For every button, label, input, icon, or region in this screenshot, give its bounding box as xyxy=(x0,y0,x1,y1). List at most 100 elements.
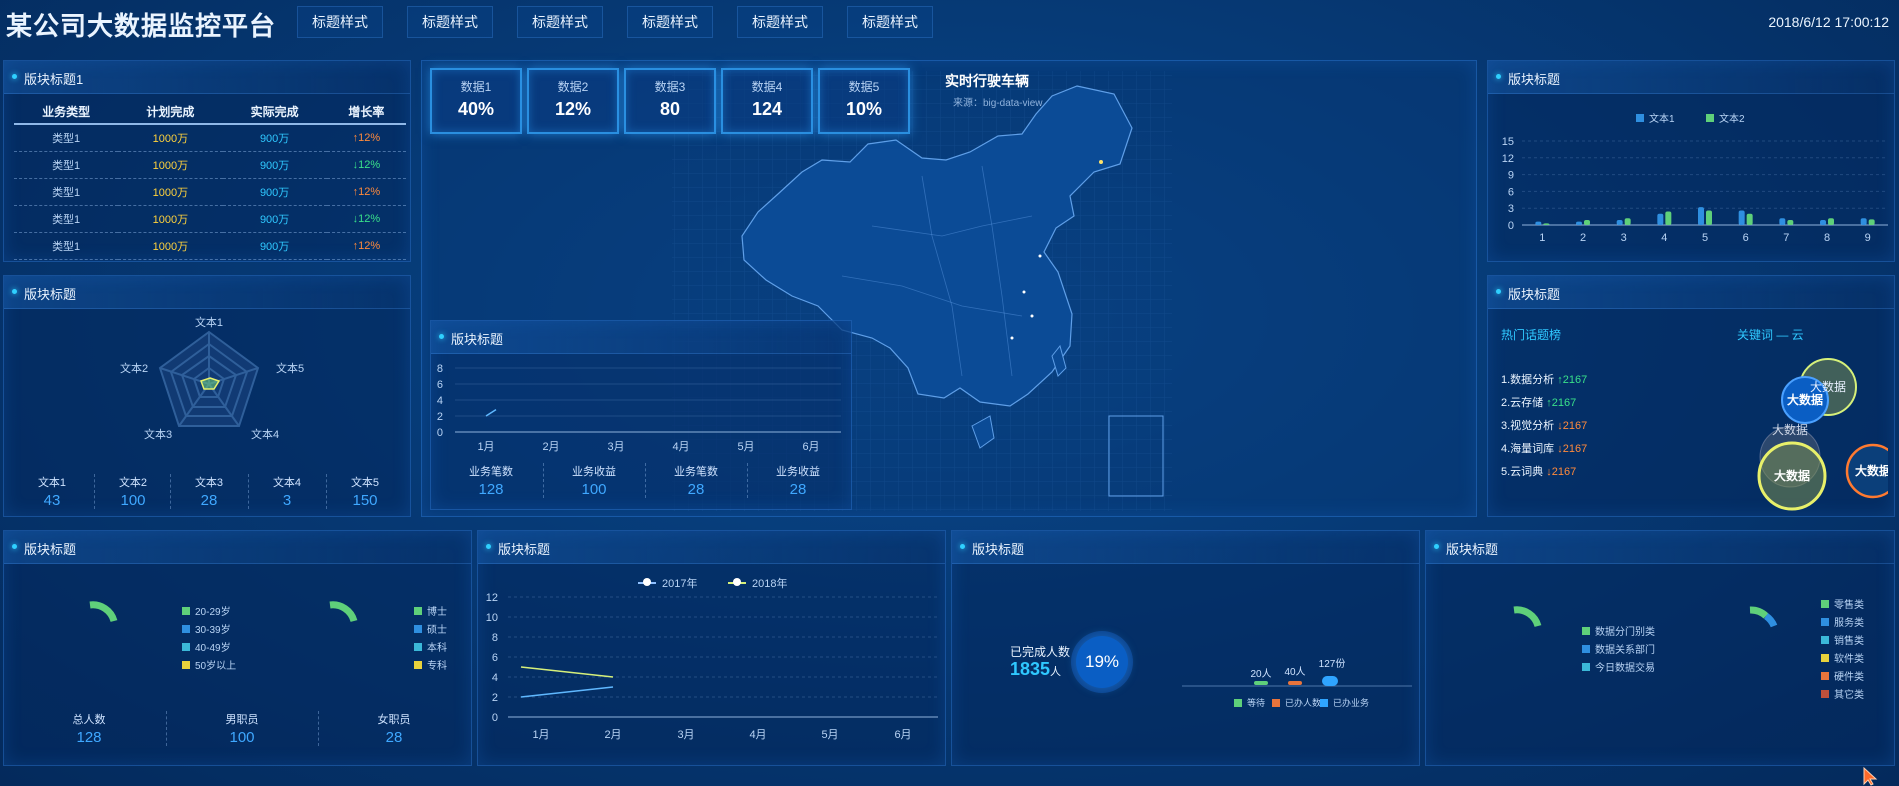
legend-swatch xyxy=(728,578,746,586)
y-tick-label: 0 xyxy=(1508,220,1514,232)
bar-文本1-2[interactable] xyxy=(1576,221,1582,225)
legend-item[interactable]: 博士 xyxy=(414,603,447,618)
kpi-card: 数据1 40% xyxy=(430,68,522,134)
bar-文本2-3[interactable] xyxy=(1624,218,1631,225)
stat-value: 43 xyxy=(43,492,61,509)
done-label: 已完成人数 xyxy=(1010,645,1071,659)
nav-tab-6[interactable]: 标题样式 xyxy=(847,6,933,38)
legend-item[interactable]: 2018年 xyxy=(728,575,787,591)
stat-item: 业务收益 28 xyxy=(747,463,848,498)
bar-文本2-4[interactable] xyxy=(1665,211,1672,225)
nav-tab-3[interactable]: 标题样式 xyxy=(517,6,603,38)
panel-title: 版块标题1 xyxy=(24,72,84,87)
cell-rate: ↑12% xyxy=(326,178,406,206)
bullet-icon xyxy=(1434,544,1439,549)
legend-item[interactable]: 专科 xyxy=(414,657,447,672)
legend-item[interactable]: 文本2 xyxy=(1706,110,1745,125)
legend-item[interactable]: 今日数据交易 xyxy=(1582,659,1655,674)
bullet-icon xyxy=(486,544,491,549)
mini-line-series xyxy=(485,408,497,417)
kpi-value: 40% xyxy=(457,99,495,119)
legend-item[interactable]: 50岁以上 xyxy=(182,657,236,672)
bar-文本1-3[interactable] xyxy=(1616,219,1623,225)
legend-item[interactable]: 硕士 xyxy=(414,621,447,636)
bar-文本2-8[interactable] xyxy=(1828,218,1834,225)
bar-文本1-1[interactable] xyxy=(1535,221,1542,225)
panel-title: 版块标题 xyxy=(24,542,77,557)
nav-tab-1[interactable]: 标题样式 xyxy=(297,6,383,38)
legend-item[interactable]: 硬件类 xyxy=(1821,668,1864,683)
cell-rate: ↑12% xyxy=(326,232,406,260)
bullet-icon xyxy=(12,289,17,294)
legend-label: 等待 xyxy=(1247,698,1266,708)
x-tick-label: 5 xyxy=(1702,232,1708,244)
column-header: 实际完成 xyxy=(222,99,327,125)
legend-label: 40-49岁 xyxy=(195,643,231,654)
legend-item[interactable]: 30-39岁 xyxy=(182,621,231,636)
legend-item[interactable]: 已办人数 xyxy=(1272,696,1321,709)
stat-value: 28 xyxy=(687,481,705,498)
nav-tab-2[interactable]: 标题样式 xyxy=(407,6,493,38)
bar-文本1-9[interactable] xyxy=(1860,218,1867,225)
bar-文本2-2[interactable] xyxy=(1584,219,1590,225)
x-tick-label: 5月 xyxy=(821,729,838,741)
bar-文本1-8[interactable] xyxy=(1820,219,1826,225)
datetime-display: 2018/6/12 17:00:12 xyxy=(1768,14,1889,30)
legend-item[interactable]: 本科 xyxy=(414,639,447,654)
bar-文本1-5[interactable] xyxy=(1698,207,1704,225)
legend-item[interactable]: 数据分门别类 xyxy=(1582,623,1655,638)
legend-item[interactable]: 40-49岁 xyxy=(182,639,231,654)
hot-topic-item[interactable]: 3.视觉分析 ↓2167 xyxy=(1501,417,1587,433)
radar-axis-label: 文本2 xyxy=(120,361,148,375)
legend-item[interactable]: 20-29岁 xyxy=(182,603,231,618)
stat-value: 3 xyxy=(282,492,292,509)
kpi-value: 124 xyxy=(751,99,783,119)
legend-item[interactable]: 销售类 xyxy=(1821,632,1864,647)
legend-item[interactable]: 其它类 xyxy=(1821,686,1864,701)
bar-文本1-6[interactable] xyxy=(1738,210,1745,225)
radar-panel: 版块标题 文本1 文本5 文本4 文本3 文本2 文本1 43 文本2 100 … xyxy=(3,275,411,517)
bar-文本2-5[interactable] xyxy=(1706,210,1712,225)
nav-tab-4[interactable]: 标题样式 xyxy=(627,6,713,38)
legend-item[interactable]: 软件类 xyxy=(1821,650,1864,665)
panel-header: 版块标题 xyxy=(4,276,410,309)
stat-label: 文本5 xyxy=(350,477,380,489)
hot-topic-item[interactable]: 2.云存储 ↑2167 xyxy=(1501,394,1576,410)
y-tick-label: 9 xyxy=(1508,170,1514,182)
hot-topic-item[interactable]: 4.海量词库 ↓2167 xyxy=(1501,440,1587,456)
legend-item[interactable]: 服务类 xyxy=(1821,614,1864,629)
stat-label: 女职员 xyxy=(377,714,411,726)
hot-topic-item[interactable]: 5.云词典 ↓2167 xyxy=(1501,463,1576,479)
bar-文本1-4[interactable] xyxy=(1657,213,1664,225)
legend-item[interactable]: 2017年 xyxy=(638,575,697,591)
bar-文本2-9[interactable] xyxy=(1868,219,1875,225)
legend-swatch xyxy=(414,660,422,669)
stat-item: 业务笔数 28 xyxy=(645,463,746,498)
legend-item[interactable]: 数据关系部门 xyxy=(1582,641,1655,656)
bar-文本1-7[interactable] xyxy=(1779,218,1786,225)
legend-item[interactable]: 文本1 xyxy=(1636,110,1675,125)
legend-item[interactable]: 已办业务 xyxy=(1320,696,1369,709)
legend-item[interactable]: 等待 xyxy=(1234,696,1265,709)
legend-item[interactable]: 零售类 xyxy=(1821,596,1864,611)
stat-label: 文本2 xyxy=(118,477,148,489)
hot-topic-item[interactable]: 1.数据分析 ↑2167 xyxy=(1501,371,1587,387)
line-chart-panel: 版块标题 2017年 2018年 12 10 8 6 4 2 0 1月 2月 3… xyxy=(477,530,946,766)
hot-topic-name: 4.海量词库 xyxy=(1501,443,1555,455)
stat-value: 28 xyxy=(789,481,807,498)
bar-文本2-1[interactable] xyxy=(1543,223,1550,225)
nav-tab-5[interactable]: 标题样式 xyxy=(737,6,823,38)
legend-swatch xyxy=(1821,671,1829,680)
stat-label: 文本1 xyxy=(37,477,67,489)
legend-swatch xyxy=(1582,644,1590,653)
radar-axis-label: 文本5 xyxy=(276,361,304,375)
bullet-icon xyxy=(439,334,444,339)
bar-文本2-6[interactable] xyxy=(1746,213,1753,225)
panel-title: 版块标题 xyxy=(24,287,77,302)
radar-chart: 文本1 文本5 文本4 文本3 文本2 xyxy=(120,316,304,441)
business-table-panel: 版块标题1 业务类型 计划完成 实际完成 增长率 类型1 1000万 900万 … xyxy=(3,60,411,262)
hot-topic-name: 3.视觉分析 xyxy=(1501,420,1555,432)
bar-文本2-7[interactable] xyxy=(1787,219,1794,225)
panel-title: 版块标题 xyxy=(1508,287,1561,302)
percent-circle: 19% xyxy=(1076,636,1128,688)
